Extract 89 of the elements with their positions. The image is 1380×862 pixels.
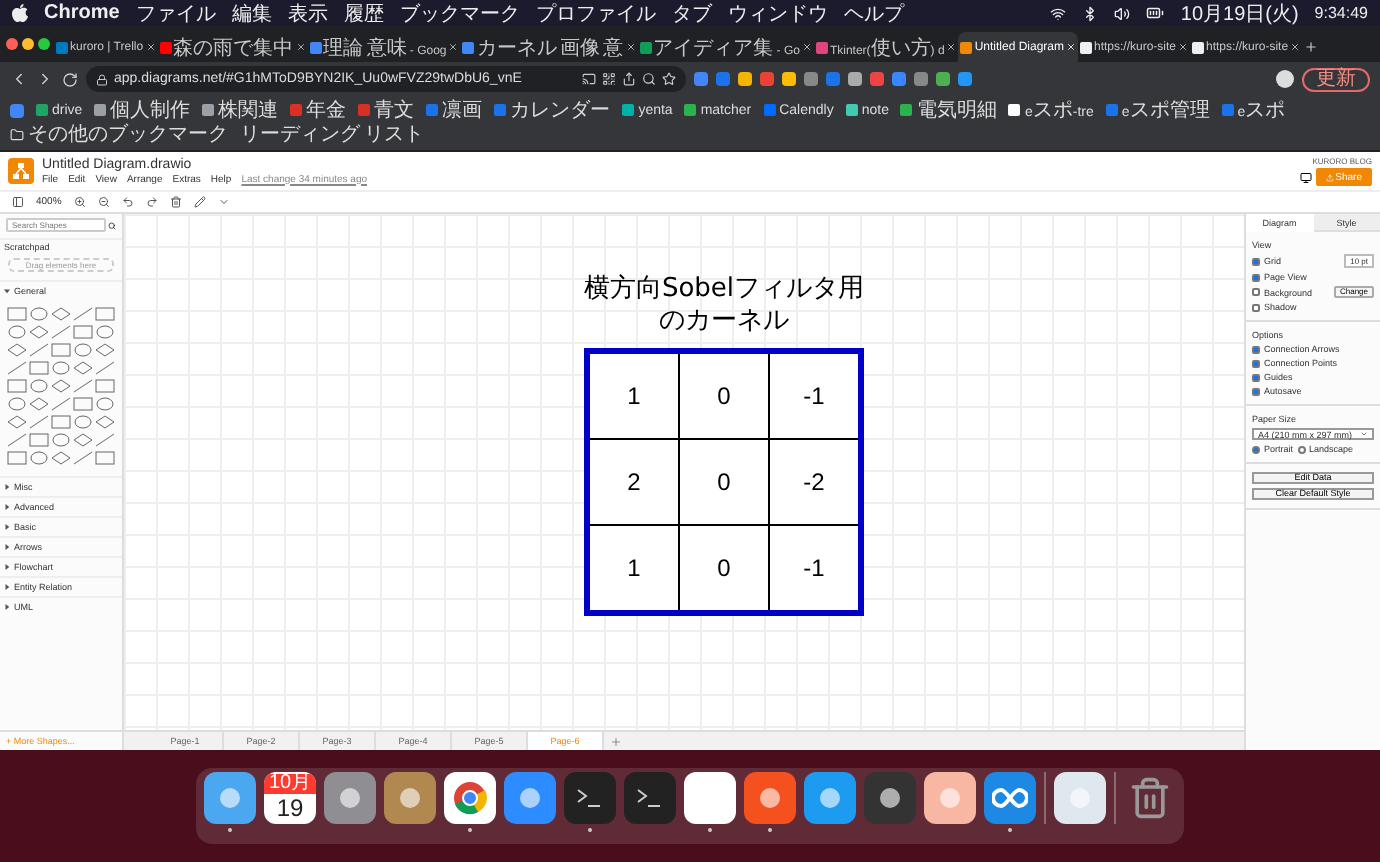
browser-icon[interactable] <box>444 772 496 824</box>
monitor-icon[interactable] <box>1299 171 1312 183</box>
table-cell: -1 <box>770 526 858 611</box>
forward-icon[interactable] <box>36 70 54 88</box>
bookmark-folder[interactable]: その他のブックマーク <box>10 122 228 146</box>
caret-right-icon <box>4 564 10 570</box>
lock-icon <box>96 73 108 85</box>
menu-item[interactable]: ブックマーク <box>399 0 520 27</box>
checkbox[interactable] <box>1252 273 1260 281</box>
caret-right-icon <box>4 524 10 530</box>
table-cell: 0 <box>680 526 768 611</box>
caret-right-icon <box>4 484 10 490</box>
apple-logo-icon[interactable] <box>12 4 28 22</box>
drawio-logo-icon <box>8 158 34 184</box>
folder-icon <box>10 127 24 141</box>
search-icon[interactable] <box>642 72 656 86</box>
browser-tab[interactable]: カーネル 画像 意 <box>460 32 638 62</box>
bookmark-item[interactable]: 凛画 <box>426 98 483 122</box>
calendar-day: 19 <box>276 794 304 822</box>
app-name[interactable]: Chrome <box>44 2 120 24</box>
caret-right-icon <box>4 604 10 610</box>
apps-icon[interactable] <box>10 103 24 117</box>
menu-item[interactable]: 編集 <box>231 0 272 27</box>
delete-icon[interactable] <box>169 196 182 208</box>
checkbox[interactable] <box>1252 345 1260 353</box>
menu-item[interactable]: ファイル <box>135 0 216 27</box>
table-cell: 2 <box>590 440 678 525</box>
checkbox[interactable] <box>1252 373 1260 381</box>
table-cell: 0 <box>680 354 768 439</box>
bookmark-item[interactable]: 電気明細 <box>900 98 997 122</box>
back-icon[interactable] <box>10 70 28 88</box>
zoom-in-icon[interactable] <box>73 196 86 208</box>
search-icon <box>108 221 116 229</box>
checkbox[interactable] <box>1252 257 1260 265</box>
checkbox[interactable] <box>1252 359 1260 367</box>
battery-icon[interactable] <box>1146 4 1165 22</box>
zoom-out-icon[interactable] <box>97 196 110 208</box>
volume-icon[interactable] <box>1114 5 1131 21</box>
menu-item[interactable]: プロファイル <box>535 0 656 27</box>
bookmark-star-icon[interactable] <box>662 72 676 86</box>
redo-icon[interactable] <box>145 196 158 208</box>
bookmark-item[interactable]: 年金 <box>290 98 347 122</box>
close-window-button[interactable] <box>6 38 18 50</box>
diagram-title: 横方向Sobelフィルタ用 のカーネル <box>583 274 865 337</box>
bookmark-item[interactable]: カレンダー <box>494 98 611 122</box>
bookmark-item[interactable]: 株関連 <box>202 98 279 122</box>
menubar-date[interactable]: 10月19日(火) <box>1180 0 1299 27</box>
table-cell: -2 <box>770 440 858 525</box>
bookmark-item[interactable]: 青文 <box>358 98 415 122</box>
checkbox[interactable] <box>1252 387 1260 395</box>
caret-right-icon <box>4 584 10 590</box>
undo-icon[interactable] <box>121 196 134 208</box>
new-tab-icon[interactable] <box>1304 40 1319 54</box>
pencil-icon[interactable] <box>193 196 206 208</box>
zoom-window-button[interactable] <box>38 38 50 50</box>
menu-item[interactable]: 履歴 <box>343 0 384 27</box>
minimize-window-button[interactable] <box>22 38 34 50</box>
reload-icon[interactable] <box>62 71 78 87</box>
profile-avatar[interactable] <box>1276 70 1294 88</box>
upload-icon <box>1325 173 1334 181</box>
caret-right-icon <box>4 544 10 550</box>
qr-code-icon[interactable] <box>602 72 616 86</box>
terminal-icon[interactable] <box>624 772 676 824</box>
infinity-icon[interactable] <box>984 772 1036 824</box>
menu-item[interactable]: タブ <box>671 0 712 27</box>
update-button[interactable]: 更新 <box>1302 67 1370 91</box>
menu-item[interactable]: 表示 <box>287 0 328 27</box>
menubar-time[interactable]: 9:34:49 <box>1314 4 1368 22</box>
cast-icon[interactable] <box>582 72 596 86</box>
checkbox[interactable] <box>1252 288 1260 296</box>
caret-down-icon <box>4 288 10 294</box>
browser-tab[interactable]: 森の雨で集中 <box>157 32 308 62</box>
menu-item[interactable]: ヘルプ <box>843 0 904 27</box>
wifi-icon[interactable] <box>1050 5 1067 21</box>
table-cell: 0 <box>680 440 768 525</box>
table-cell: 1 <box>590 526 678 611</box>
bookmark-item[interactable]: 個人制作 <box>94 98 191 122</box>
bluetooth-icon[interactable] <box>1082 5 1099 21</box>
menu-item[interactable]: ウィンドウ <box>727 0 828 27</box>
caret-right-icon <box>4 504 10 510</box>
radio-button[interactable] <box>1297 445 1306 453</box>
panel-toggle-icon[interactable] <box>12 196 24 208</box>
reading-list-button[interactable]: リーディング リスト <box>240 122 424 146</box>
checkbox[interactable] <box>1252 303 1260 311</box>
share-icon[interactable] <box>622 72 636 86</box>
terminal-icon[interactable] <box>564 772 616 824</box>
table-cell: -1 <box>770 354 858 439</box>
radio-button[interactable] <box>1252 445 1260 453</box>
table-cell: 1 <box>590 354 678 439</box>
